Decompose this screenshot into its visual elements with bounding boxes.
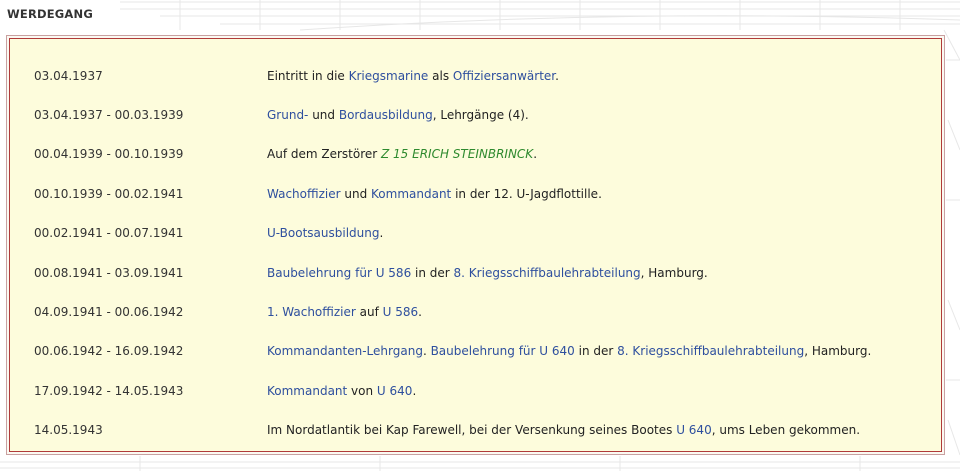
event-link[interactable]: Kommandant: [267, 384, 347, 398]
event-text: und: [308, 108, 339, 123]
ship-name: Z 15 ERICH STEINBRINCK: [381, 147, 534, 162]
event-link[interactable]: 1. Wachoffizier: [267, 305, 356, 319]
event-link[interactable]: Offiziersanwärter: [453, 69, 555, 83]
timeline-date: 00.10.1939 - 00.02.1941: [34, 186, 184, 201]
event-text: Auf dem Zerstörer: [267, 147, 381, 162]
event-link[interactable]: Kriegsmarine: [349, 69, 429, 83]
timeline-row: 00.02.1941 - 00.07.1941 U-Bootsausbildung…: [34, 214, 871, 253]
event-text: , Hamburg.: [804, 344, 872, 359]
section-heading: WERDEGANG: [7, 7, 94, 21]
event-text: Eintritt in die: [267, 68, 349, 83]
event-text: .: [412, 383, 417, 398]
event-text: auf: [355, 305, 383, 320]
timeline-event: Baubelehrung für U 586 in der 8. Kriegss…: [267, 253, 871, 292]
career-timeline-table: 03.04.1937 Eintritt in die Kriegsmarine a…: [34, 56, 871, 450]
event-link[interactable]: 8. Kriegsschiffbaulehrabteilung: [617, 344, 804, 358]
timeline-row: 00.04.1939 - 00.10.1939 Auf dem Zerstörer…: [34, 135, 871, 174]
event-text: in der: [411, 265, 454, 280]
timeline-event: Im Nordatlantik bei Kap Farewell, bei de…: [267, 411, 871, 450]
event-link[interactable]: Kommandant: [371, 187, 451, 201]
event-link[interactable]: U 640: [377, 384, 413, 398]
timeline-row: 14.05.1943 Im Nordatlantik bei Kap Farewe…: [34, 411, 871, 450]
timeline-date: 00.08.1941 - 03.09.1941: [34, 265, 184, 280]
timeline-event: 1. Wachoffizier auf U 586.: [267, 292, 871, 331]
event-text: , Lehrgänge (4).: [432, 108, 529, 123]
timeline-event: Eintritt in die Kriegsmarine als Offizie…: [267, 56, 871, 95]
event-text: Im Nordatlantik bei Kap Farewell, bei de…: [267, 423, 677, 438]
event-link[interactable]: U 640: [676, 423, 712, 437]
timeline-row: 03.04.1937 Eintritt in die Kriegsmarine a…: [34, 56, 871, 95]
event-link[interactable]: U-Bootsausbildung: [267, 226, 380, 240]
event-link[interactable]: Wachoffizier: [267, 187, 341, 201]
timeline-event: Kommandant von U 640.: [267, 371, 871, 410]
event-link[interactable]: Grund-: [267, 108, 308, 122]
event-text: in der 12. U-Jagdflottille.: [451, 186, 602, 201]
event-link[interactable]: 8. Kriegsschiffbaulehrabteilung: [454, 266, 641, 280]
timeline-date: 03.04.1937: [34, 68, 103, 83]
timeline-date: 03.04.1937 - 00.03.1939: [34, 108, 184, 123]
event-text: .: [418, 305, 422, 320]
event-text: als: [428, 68, 453, 83]
timeline-event: U-Bootsausbildung.: [267, 214, 871, 253]
event-text: von: [347, 383, 377, 398]
timeline-event: Wachoffizier und Kommandant in der 12. U…: [267, 174, 871, 213]
event-text: .: [422, 344, 431, 359]
timeline-row: 00.06.1942 - 16.09.1942 Kommandanten-Lehr…: [34, 332, 871, 371]
event-link[interactable]: U 586: [376, 266, 412, 280]
career-box-inner: 03.04.1937 Eintritt in die Kriegsmarine a…: [9, 38, 942, 452]
timeline-event: Kommandanten-Lehrgang. Baubelehrung für …: [267, 332, 871, 371]
event-text: .: [379, 226, 384, 241]
event-text: und: [340, 186, 372, 201]
timeline-date: 14.05.1943: [34, 423, 103, 438]
timeline-event: Grund- und Bordausbildung, Lehrgänge (4)…: [267, 95, 871, 134]
timeline-row: 17.09.1942 - 14.05.1943 Kommandant von U …: [34, 371, 871, 410]
timeline-date: 00.02.1941 - 00.07.1941: [34, 226, 184, 241]
event-text: , ums Leben gekommen.: [711, 423, 861, 438]
event-link[interactable]: Baubelehrung: [431, 344, 515, 358]
career-box: 03.04.1937 Eintritt in die Kriegsmarine a…: [6, 35, 945, 455]
timeline-date: 00.06.1942 - 16.09.1942: [34, 344, 184, 359]
timeline-event: Auf dem Zerstörer Z 15 ERICH STEINBRINCK…: [267, 135, 871, 174]
timeline-row: 00.08.1941 - 03.09.1941 Baubelehrung für …: [34, 253, 871, 292]
event-text: in der: [574, 344, 618, 359]
timeline-date: 00.04.1939 - 00.10.1939: [34, 147, 184, 162]
event-text: .: [533, 147, 538, 162]
timeline-date: 04.09.1941 - 00.06.1942: [34, 305, 184, 320]
timeline-row: 04.09.1941 - 00.06.1942 1. Wachoffizier a…: [34, 292, 871, 331]
event-link[interactable]: Kommandanten-Lehrgang: [267, 344, 423, 358]
event-text: , Hamburg.: [640, 265, 708, 280]
event-link[interactable]: U 586: [383, 305, 419, 319]
timeline-row: 03.04.1937 - 00.03.1939 Grund- und Bordau…: [34, 95, 871, 134]
event-text: .: [555, 68, 559, 83]
event-link[interactable]: für: [519, 344, 536, 358]
event-link[interactable]: Baubelehrung: [267, 266, 351, 280]
event-link[interactable]: für: [355, 266, 372, 280]
timeline-row: 00.10.1939 - 00.02.1941 Wachoffizier und …: [34, 174, 871, 213]
event-link[interactable]: Bordausbildung: [339, 108, 433, 122]
timeline-date: 17.09.1942 - 14.05.1943: [34, 383, 184, 398]
event-link[interactable]: U 640: [539, 344, 575, 358]
